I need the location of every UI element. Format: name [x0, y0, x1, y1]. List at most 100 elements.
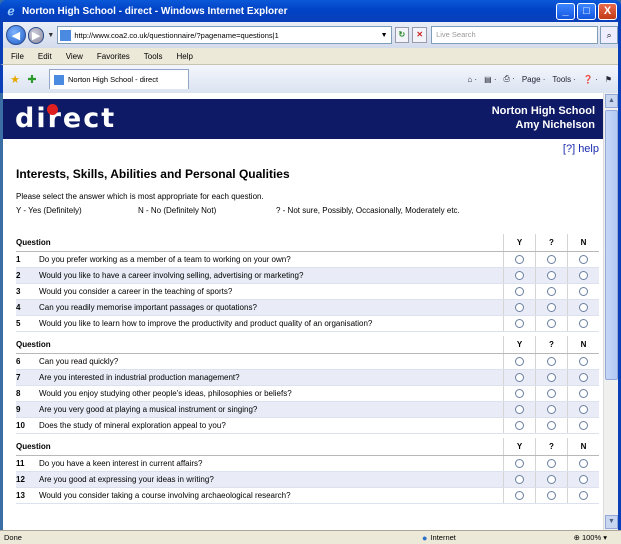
question-number: 12 — [16, 475, 25, 484]
address-bar[interactable]: http://www.coa2.co.uk/questionnaire/?pag… — [57, 26, 392, 44]
radio-unsure[interactable] — [547, 405, 556, 414]
radio-yes[interactable] — [515, 255, 524, 264]
scroll-thumb[interactable] — [605, 110, 618, 380]
maximize-button[interactable]: □ — [577, 2, 596, 20]
header-question: Question — [16, 340, 51, 349]
print-button[interactable]: ⎙ · — [504, 74, 515, 84]
question-text: Can you read quickly? — [39, 357, 119, 366]
zoom-level[interactable]: ⊕ 100% ▾ — [574, 533, 607, 542]
question-number: 3 — [16, 287, 21, 296]
search-input[interactable]: Live Search — [431, 26, 599, 44]
radio-unsure[interactable] — [547, 271, 556, 280]
radio-yes[interactable] — [515, 357, 524, 366]
forward-arrow-icon[interactable]: ▶ — [27, 26, 45, 44]
radio-yes[interactable] — [515, 459, 524, 468]
radio-no[interactable] — [579, 303, 588, 312]
radio-no[interactable] — [579, 459, 588, 468]
star-icon[interactable]: ★ — [8, 73, 22, 86]
radio-yes[interactable] — [515, 287, 524, 296]
scroll-down-icon[interactable]: ▼ — [605, 515, 618, 529]
menu-edit[interactable]: Edit — [38, 52, 52, 61]
question-text: Would you enjoy studying other people's … — [39, 389, 292, 398]
radio-unsure[interactable] — [547, 357, 556, 366]
answer-cell-yes — [503, 370, 535, 385]
command-bar: ⌂ · ▤ · ⎙ · Page · Tools · ❓ · ⚑ — [460, 74, 612, 84]
radio-unsure[interactable] — [547, 459, 556, 468]
menu-tools[interactable]: Tools — [144, 52, 163, 61]
radio-no[interactable] — [579, 405, 588, 414]
page-icon — [60, 29, 72, 41]
radio-no[interactable] — [579, 475, 588, 484]
address-toolbar: ◀ ▶ ▼ http://www.coa2.co.uk/questionnair… — [0, 22, 621, 48]
radio-no[interactable] — [579, 373, 588, 382]
question-group-header: Question Y? N — [16, 438, 599, 456]
question-number: 1 — [16, 255, 21, 264]
radio-no[interactable] — [579, 357, 588, 366]
search-icon[interactable]: ⌕ — [600, 26, 619, 44]
legend-yes: Y - Yes (Definitely) — [16, 206, 82, 215]
tools-menu-button[interactable]: Tools · — [552, 75, 576, 84]
header-unsure: ? — [535, 336, 567, 353]
radio-unsure[interactable] — [547, 421, 556, 430]
research-button[interactable]: ⚑ — [605, 75, 612, 84]
radio-yes[interactable] — [515, 373, 524, 382]
radio-no[interactable] — [579, 287, 588, 296]
vertical-scrollbar[interactable]: ▲ ▼ — [603, 93, 618, 530]
question-group-header: Question Y? N — [16, 336, 599, 354]
radio-yes[interactable] — [515, 319, 524, 328]
direct-logo: direct — [15, 103, 117, 134]
answer-cell-no — [567, 316, 599, 331]
page-menu-button[interactable]: Page · — [522, 75, 546, 84]
zoom-value[interactable]: 100% — [582, 533, 601, 542]
feeds-button[interactable]: ▤ · — [484, 75, 496, 84]
answer-cell-no — [567, 252, 599, 267]
menu-help[interactable]: Help — [176, 52, 192, 61]
header-yes: Y — [503, 336, 535, 353]
history-dropdown-icon[interactable]: ▼ — [47, 32, 54, 39]
close-button[interactable]: X — [598, 2, 617, 20]
browser-tab[interactable]: Norton High School - direct — [49, 69, 189, 89]
radio-no[interactable] — [579, 319, 588, 328]
radio-no[interactable] — [579, 389, 588, 398]
address-url[interactable]: http://www.coa2.co.uk/questionnaire/?pag… — [74, 31, 380, 40]
help-link[interactable]: [?] help — [563, 143, 599, 155]
radio-no[interactable] — [579, 421, 588, 430]
radio-no[interactable] — [579, 491, 588, 500]
menu-view[interactable]: View — [66, 52, 83, 61]
radio-unsure[interactable] — [547, 319, 556, 328]
stop-icon[interactable]: ✕ — [412, 27, 428, 43]
radio-yes[interactable] — [515, 491, 524, 500]
answer-cell-yes — [503, 386, 535, 401]
radio-unsure[interactable] — [547, 255, 556, 264]
home-button[interactable]: ⌂ · — [467, 75, 477, 84]
radio-yes[interactable] — [515, 303, 524, 312]
radio-unsure[interactable] — [547, 389, 556, 398]
refresh-icon[interactable]: ↻ — [394, 27, 410, 43]
radio-yes[interactable] — [515, 389, 524, 398]
question-row: 13 Would you consider taking a course inv… — [16, 488, 599, 504]
radio-no[interactable] — [579, 255, 588, 264]
radio-yes[interactable] — [515, 271, 524, 280]
address-dropdown-icon[interactable]: ▼ — [381, 32, 388, 39]
add-favorite-icon[interactable]: ✚ — [25, 73, 39, 86]
question-text: Do you prefer working as a member of a t… — [39, 255, 291, 264]
question-row: 2 Would you like to have a career involvi… — [16, 268, 599, 284]
scroll-up-icon[interactable]: ▲ — [605, 94, 618, 108]
radio-yes[interactable] — [515, 475, 524, 484]
radio-unsure[interactable] — [547, 491, 556, 500]
radio-unsure[interactable] — [547, 287, 556, 296]
radio-unsure[interactable] — [547, 303, 556, 312]
header-no: N — [567, 336, 599, 353]
radio-unsure[interactable] — [547, 373, 556, 382]
radio-yes[interactable] — [515, 421, 524, 430]
radio-no[interactable] — [579, 271, 588, 280]
back-arrow-icon[interactable]: ◀ — [6, 25, 26, 45]
radio-unsure[interactable] — [547, 475, 556, 484]
radio-yes[interactable] — [515, 405, 524, 414]
help-menu-button[interactable]: ❓ · — [583, 75, 598, 84]
minimize-button[interactable]: _ — [556, 2, 575, 20]
menu-file[interactable]: File — [11, 52, 24, 61]
question-number: 2 — [16, 271, 21, 280]
menu-favorites[interactable]: Favorites — [97, 52, 130, 61]
answer-cell-unsure — [535, 386, 567, 401]
